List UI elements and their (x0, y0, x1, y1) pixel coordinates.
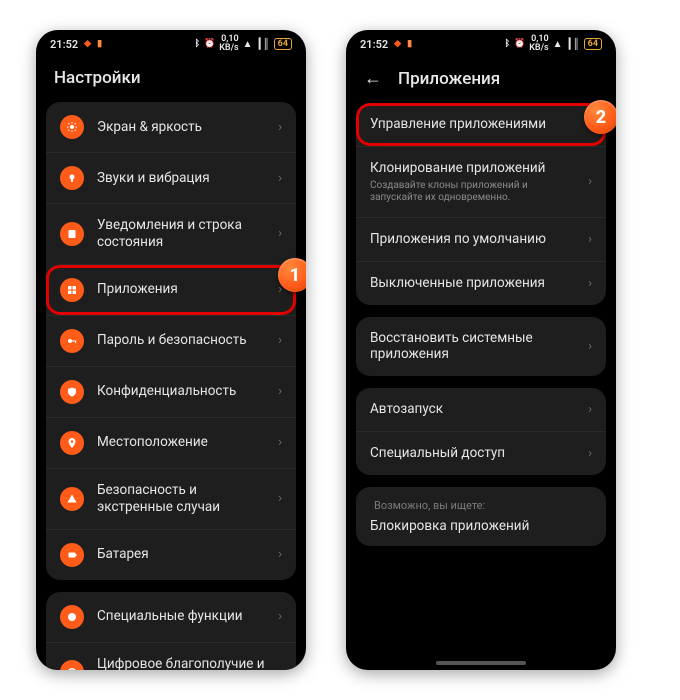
row-label: Клонирование приложений (370, 160, 575, 177)
chevron-right-icon: › (588, 402, 592, 417)
row-label: Специальные функции (97, 608, 265, 625)
status-bar: 21:52 ◆ ▮ ᛒ ⏰ 0,10 KB/s ▲ ┃║ 64 (346, 30, 616, 58)
key-icon (60, 329, 84, 353)
bluetooth-icon: ᛒ (505, 39, 510, 49)
row-label: Приложения по умолчанию (370, 231, 575, 248)
chevron-right-icon: › (588, 276, 592, 291)
page-title: Настройки (36, 58, 306, 102)
suggestion-hint: Возможно, вы ищете: (370, 499, 592, 518)
battery-indicator: 64 (584, 38, 602, 50)
status-time: 21:52 (360, 38, 388, 51)
status-net-unit: KB/s (219, 43, 238, 53)
sos-icon (60, 487, 84, 511)
status-time: 21:52 (50, 38, 78, 51)
status-app-icon: ▮ (407, 39, 412, 49)
row-subtitle: Создавайте клоны приложений и запускайте… (370, 180, 575, 204)
row-label: Выключенные приложения (370, 275, 575, 292)
chevron-right-icon: › (278, 547, 282, 562)
settings-row-специальный-доступ[interactable]: Специальный доступ › (356, 431, 606, 475)
row-label: Звуки и вибрация (97, 170, 265, 187)
chevron-right-icon: › (278, 609, 282, 624)
chevron-right-icon: › (278, 333, 282, 348)
settings-row-управление-приложениями[interactable]: Управление приложениями› (356, 103, 606, 146)
chevron-right-icon: › (588, 174, 592, 189)
apps-list: Управление приложениями›Клонирование при… (346, 103, 616, 670)
wellbeing-icon (60, 660, 84, 670)
chevron-right-icon: › (278, 435, 282, 450)
step-marker-2: 2 (584, 100, 616, 134)
settings-row-battery[interactable]: Батарея › (46, 529, 296, 580)
settings-row-приложения-по-умолчанию[interactable]: Приложения по умолчанию › (356, 217, 606, 261)
battery-icon (60, 543, 84, 567)
chevron-right-icon: › (588, 446, 592, 461)
row-label: Безопасность и экстренные случаи (97, 482, 265, 516)
notif-icon (60, 222, 84, 246)
apps-icon (60, 278, 84, 302)
settings-row-privacy[interactable]: Конфиденциальность › (46, 366, 296, 417)
chevron-right-icon: › (278, 171, 282, 186)
row-label: Приложения (97, 281, 265, 298)
signal-icon: ┃║ (257, 39, 270, 50)
status-app-icon: ▮ (97, 39, 102, 49)
suggestion-item[interactable]: Блокировка приложений (370, 518, 592, 534)
signal-icon: ┃║ (567, 39, 580, 50)
row-label: Уведомления и строка состояния (97, 217, 265, 251)
settings-row-sos[interactable]: Безопасность и экстренные случаи › (46, 468, 296, 529)
settings-row-выключенные-приложения[interactable]: Выключенные приложения › (356, 261, 606, 305)
chevron-right-icon: › (278, 226, 282, 241)
alarm-icon: ⏰ (204, 39, 215, 49)
settings-row-восстановить-системные-п[interactable]: Восстановить системные приложения › (356, 317, 606, 377)
sound-icon (60, 166, 84, 190)
phone-apps: 21:52 ◆ ▮ ᛒ ⏰ 0,10 KB/s ▲ ┃║ 64 ← Прилож… (346, 30, 616, 670)
settings-row-автозапуск[interactable]: Автозапуск › (356, 388, 606, 431)
settings-row-apps[interactable]: Приложения› (46, 264, 296, 315)
alarm-icon: ⏰ (514, 39, 525, 49)
wifi-icon: ▲ (243, 39, 253, 50)
settings-row-key[interactable]: Пароль и безопасность › (46, 315, 296, 366)
brightness-icon (60, 115, 84, 139)
status-indicator-icon: ◆ (84, 39, 91, 49)
row-label: Автозапуск (370, 401, 575, 418)
settings-row-notif[interactable]: Уведомления и строка состояния › (46, 203, 296, 264)
settings-row-wellbeing[interactable]: Цифровое благополучие и родительский кон… (46, 642, 296, 671)
chevron-right-icon: › (278, 665, 282, 670)
settings-row-клонирование-приложений[interactable]: Клонирование приложений Создавайте клоны … (356, 146, 606, 217)
settings-row-sound[interactable]: Звуки и вибрация › (46, 152, 296, 203)
battery-indicator: 64 (274, 38, 292, 50)
status-indicator-icon: ◆ (394, 39, 401, 49)
settings-row-special[interactable]: Специальные функции › (46, 592, 296, 642)
page-title: Приложения (398, 69, 500, 89)
row-label: Пароль и безопасность (97, 332, 265, 349)
status-net-unit: KB/s (529, 43, 548, 53)
row-label: Экран & яркость (97, 119, 265, 136)
special-icon (60, 605, 84, 629)
row-label: Батарея (97, 546, 265, 563)
settings-row-brightness[interactable]: Экран & яркость › (46, 102, 296, 152)
gesture-bar (436, 661, 526, 665)
page-header: ← Приложения (346, 58, 616, 103)
status-bar: 21:52 ◆ ▮ ᛒ ⏰ 0,10 KB/s ▲ ┃║ 64 (36, 30, 306, 58)
chevron-right-icon: › (278, 491, 282, 506)
row-label: Восстановить системные приложения (370, 330, 575, 364)
privacy-icon (60, 380, 84, 404)
wifi-icon: ▲ (553, 39, 563, 50)
row-label: Специальный доступ (370, 445, 575, 462)
bluetooth-icon: ᛒ (195, 39, 200, 49)
location-icon (60, 431, 84, 455)
settings-list: Экран & яркость›Звуки и вибрация›Уведомл… (36, 102, 306, 670)
phone-settings: 21:52 ◆ ▮ ᛒ ⏰ 0,10 KB/s ▲ ┃║ 64 Настройк… (36, 30, 306, 670)
back-button[interactable]: ← (364, 68, 382, 89)
chevron-right-icon: › (588, 232, 592, 247)
chevron-right-icon: › (278, 384, 282, 399)
chevron-right-icon: › (278, 120, 282, 135)
settings-row-location[interactable]: Местоположение › (46, 417, 296, 468)
row-label: Конфиденциальность (97, 383, 265, 400)
step-marker-1: 1 (278, 258, 306, 292)
row-label: Управление приложениями (370, 116, 575, 133)
row-label: Цифровое благополучие и родительский кон… (97, 656, 265, 671)
chevron-right-icon: › (588, 339, 592, 354)
row-label: Местоположение (97, 434, 265, 451)
